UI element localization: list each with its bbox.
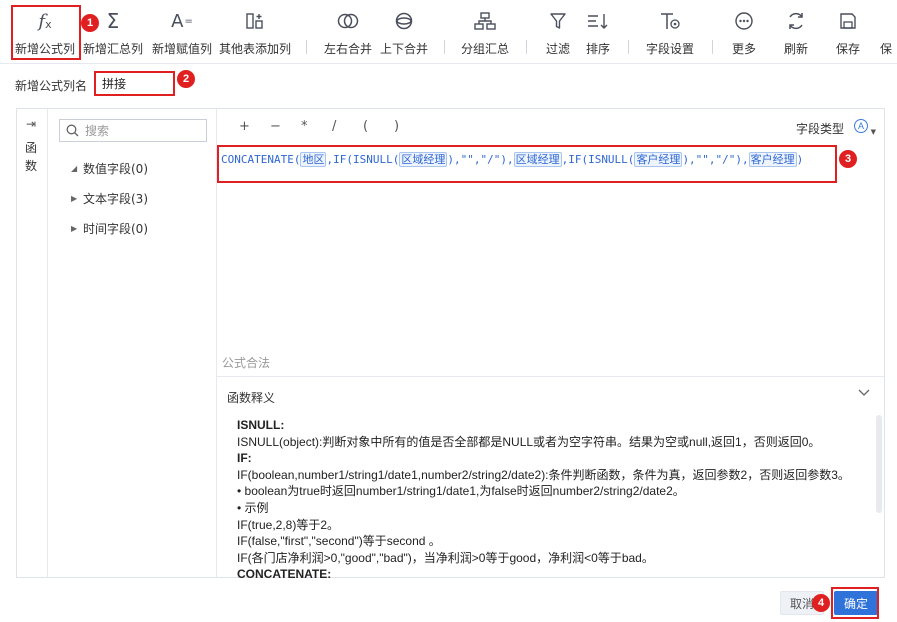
- add-table-column-icon: [245, 6, 265, 36]
- help-line: CONCATENATE:: [237, 567, 332, 582]
- help-line: IF(各门店净利润>0,"good","bad")，当净利润>0等于good，净…: [237, 550, 654, 565]
- function-tab[interactable]: ⇥ 函数: [17, 109, 48, 577]
- help-body: ISNULL: ISNULL(object):判断对象中所有的值是否全部都是NUL…: [237, 417, 857, 583]
- field-settings-icon: [659, 6, 681, 36]
- help-line: ISNULL(object):判断对象中所有的值是否全部都是NULL或者为空字符…: [237, 434, 821, 449]
- help-line: IF:: [237, 451, 252, 466]
- chevron-down-icon[interactable]: [858, 389, 870, 397]
- toolbar-divider: [628, 40, 629, 54]
- minus-operator-button[interactable]: −: [270, 119, 301, 134]
- help-line: • 示例: [237, 500, 269, 515]
- field-type-icon[interactable]: A: [854, 119, 868, 133]
- refresh-button[interactable]: 刷新: [778, 6, 814, 58]
- save-button[interactable]: 保存: [830, 6, 866, 58]
- group-summary-button[interactable]: 分组汇总: [458, 6, 512, 58]
- filter-button[interactable]: 过滤: [540, 6, 576, 58]
- tree-group-time[interactable]: ▶ 时间字段(0): [71, 219, 148, 237]
- field-search[interactable]: [59, 119, 207, 142]
- scrollbar[interactable]: [876, 415, 882, 513]
- sort-icon: [587, 6, 609, 36]
- caret-down-icon[interactable]: ▼: [871, 128, 876, 136]
- toolbar: fx 新增公式列 Σ 新增汇总列 A = 新增赋值列 其他表添加列 左右合并 上下…: [0, 0, 897, 64]
- merge-vertical-icon: [394, 6, 414, 36]
- search-icon: [66, 124, 79, 137]
- right-paren-button[interactable]: ): [394, 119, 425, 134]
- help-line: IF(boolean,number1/string1/date1,number2…: [237, 467, 850, 482]
- help-line: IF(true,2,8)等于2。: [237, 517, 340, 532]
- highlight-box: [831, 587, 879, 619]
- toolbar-divider: [526, 40, 527, 54]
- field-type-label: 字段类型: [795, 122, 844, 136]
- caret-right-icon: ▶: [71, 193, 78, 203]
- help-line: IF(false,"first","second")等于second 。: [237, 534, 441, 549]
- refresh-icon: [786, 6, 806, 36]
- annotation-badge: 3: [839, 150, 857, 168]
- expand-arrow-icon[interactable]: ⇥: [26, 117, 36, 131]
- sort-button[interactable]: 排序: [580, 6, 616, 58]
- merge-left-right-button[interactable]: 左右合并: [322, 6, 374, 58]
- toolbar-divider: [444, 40, 445, 54]
- save-icon: [880, 6, 897, 36]
- tree-group-text[interactable]: ▶ 文本字段(3): [71, 189, 148, 207]
- left-paren-button[interactable]: (: [363, 119, 394, 134]
- help-line: ISNULL:: [237, 418, 285, 432]
- add-assign-column-button[interactable]: A = 新增赋值列: [151, 6, 213, 58]
- divide-operator-button[interactable]: /: [332, 119, 363, 134]
- save-icon: [839, 6, 857, 36]
- toolbar-divider: [306, 40, 307, 54]
- annotation-badge: 4: [812, 594, 830, 612]
- field-list-panel: ◢ 数值字段(0) ▶ 文本字段(3) ▶ 时间字段(0): [48, 109, 217, 577]
- help-title: 函数释义: [227, 391, 276, 405]
- sigma-icon: Σ: [106, 9, 120, 33]
- add-column-from-other-table-button[interactable]: 其他表添加列: [219, 6, 291, 58]
- assign-icon: A =: [171, 10, 193, 32]
- column-name-label: 新增公式列名: [15, 79, 88, 93]
- save-as-button[interactable]: 保: [880, 6, 897, 58]
- operator-bar: + − * / ( ): [239, 119, 425, 134]
- annotation-badge: 1: [81, 14, 99, 32]
- function-tab-label: 函数: [25, 141, 38, 173]
- merge-top-bottom-button[interactable]: 上下合并: [378, 6, 430, 58]
- caret-right-icon: ▶: [71, 223, 78, 233]
- multiply-operator-button[interactable]: *: [301, 119, 332, 134]
- function-help-panel: 函数释义 ISNULL: ISNULL(object):判断对象中所有的值是否全部…: [217, 376, 884, 581]
- highlight-box: [217, 145, 837, 183]
- more-icon: [734, 6, 754, 36]
- help-line: • boolean为true时返回number1/string1/date1,为…: [237, 484, 685, 499]
- highlight-box: [11, 5, 81, 60]
- filter-icon: [549, 6, 567, 36]
- more-button[interactable]: 更多: [726, 6, 762, 58]
- merge-horizontal-icon: [337, 6, 359, 36]
- annotation-badge: 2: [177, 70, 195, 88]
- formula-validity-status: 公式合法: [222, 356, 271, 370]
- search-input[interactable]: [85, 123, 195, 138]
- field-settings-button[interactable]: 字段设置: [642, 6, 698, 58]
- toolbar-divider: [712, 40, 713, 54]
- group-summary-icon: [474, 6, 496, 36]
- caret-down-icon: ◢: [71, 163, 78, 173]
- plus-operator-button[interactable]: +: [239, 119, 270, 134]
- highlight-box: [94, 71, 175, 96]
- tree-group-numeric[interactable]: ◢ 数值字段(0): [71, 159, 148, 177]
